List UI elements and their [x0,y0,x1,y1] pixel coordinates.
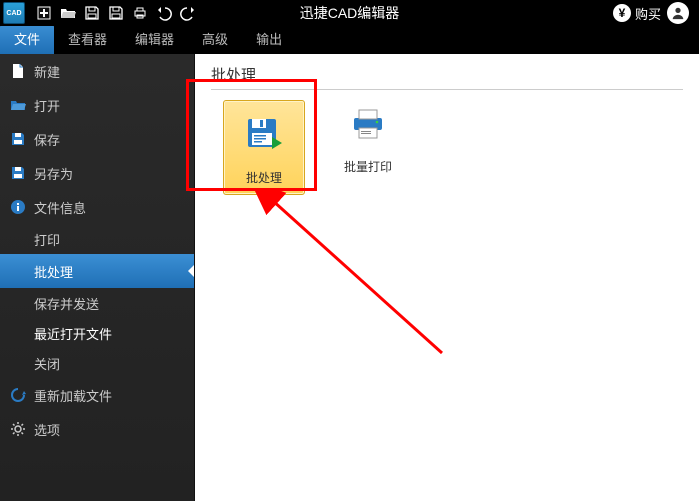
new-file-icon[interactable] [32,1,56,25]
app-logo-icon: CAD [3,2,25,24]
group-title: 批处理 [195,54,699,87]
sidebar-item-reload[interactable]: 重新加载文件 [0,378,194,412]
sidebar-item-print[interactable]: 打印 [0,224,194,254]
save-icon [10,131,26,147]
tab-viewer[interactable]: 查看器 [54,24,121,54]
gear-icon [10,421,26,437]
ribbon-tabbar: 文件 查看器 编辑器 高级 输出 [0,26,699,54]
tab-file[interactable]: 文件 [0,24,54,54]
sidebar-item-options[interactable]: 选项 [0,412,194,446]
file-sidebar: 新建 打开 保存 另存为 文件信息 打印 批处理 保存并发送 最近打开文件 [0,54,195,501]
buy-button[interactable]: ¥ 购买 [613,4,661,23]
sidebar-item-fileinfo[interactable]: 文件信息 [0,190,194,224]
tile-batch-print[interactable]: 批量打印 [329,100,407,175]
batch-save-icon [236,111,292,159]
separator [211,89,683,90]
print-icon[interactable] [128,1,152,25]
saveas-icon [10,165,26,181]
tab-advanced[interactable]: 高级 [188,24,242,54]
sidebar-item-save-and-send[interactable]: 保存并发送 [0,288,194,318]
sidebar-item-recent[interactable]: 最近打开文件 [0,318,194,348]
redo-icon[interactable] [176,1,200,25]
tab-output[interactable]: 输出 [242,24,296,54]
saveas-icon[interactable] [104,1,128,25]
sidebar-item-close[interactable]: 关闭 [0,348,194,378]
tab-editor[interactable]: 编辑器 [121,24,188,54]
save-icon[interactable] [80,1,104,25]
sidebar-item-new[interactable]: 新建 [0,54,194,88]
app-title: 迅捷CAD编辑器 [300,3,400,23]
sidebar-item-batch[interactable]: 批处理 [0,254,194,288]
currency-icon: ¥ [613,4,631,22]
reload-icon [10,387,26,403]
undo-icon[interactable] [152,1,176,25]
titlebar: CAD 迅捷CAD编辑器 ¥ 购买 [0,0,699,26]
tile-label: 批处理 [246,169,282,186]
sidebar-item-open[interactable]: 打开 [0,88,194,122]
tile-label: 批量打印 [344,158,392,175]
user-icon[interactable] [667,2,689,24]
quick-access-toolbar [32,1,200,25]
tile-row: 批处理 批量打印 [195,100,699,195]
info-icon [10,199,26,215]
sidebar-item-save[interactable]: 保存 [0,122,194,156]
batch-print-icon [340,100,396,148]
main-pane: 批处理 批处理 [195,54,699,501]
tile-batch-process[interactable]: 批处理 [223,100,305,195]
sidebar-item-saveas[interactable]: 另存为 [0,156,194,190]
document-icon [10,63,26,79]
buy-label: 购买 [635,4,661,23]
folder-open-icon [10,97,26,113]
open-file-icon[interactable] [56,1,80,25]
